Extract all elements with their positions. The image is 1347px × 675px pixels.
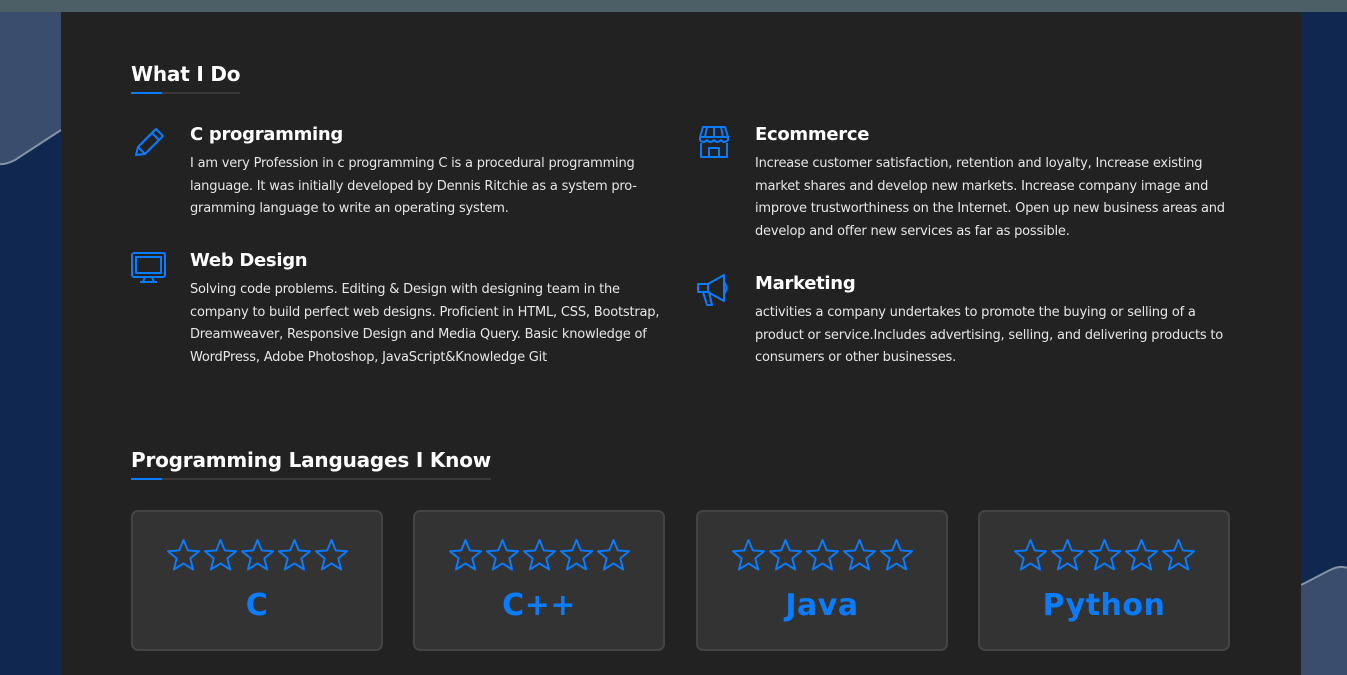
- star-icon: [879, 538, 913, 571]
- star-icon: [240, 538, 274, 571]
- star-icon: [203, 538, 237, 571]
- language-card-cpp: C++: [413, 510, 665, 651]
- service-title: Ecommerce: [755, 124, 870, 145]
- heading-accent-underline: [131, 478, 162, 480]
- language-card-java: Java: [696, 510, 948, 651]
- star-icon: [1124, 538, 1158, 571]
- service-description: Increase customer satisfaction, retentio…: [755, 156, 1225, 239]
- star-icon: [1161, 538, 1195, 571]
- star-rating: [698, 538, 946, 573]
- language-name: C: [245, 588, 269, 623]
- heading-accent-underline: [131, 92, 162, 94]
- star-icon: [559, 538, 593, 571]
- star-icon: [768, 538, 802, 571]
- star-icon: [805, 538, 839, 571]
- language-card-python: Python: [978, 510, 1230, 651]
- service-title: Web Design: [190, 250, 308, 271]
- pencil-icon: [135, 128, 164, 156]
- megaphone-icon: [697, 274, 728, 306]
- star-icon: [1050, 538, 1084, 571]
- language-name: C++: [502, 588, 576, 623]
- language-name: Python: [1042, 588, 1166, 623]
- service-title: C programming: [190, 124, 343, 145]
- top-bar: [0, 0, 1347, 12]
- star-icon: [1087, 538, 1121, 571]
- star-icon: [842, 538, 876, 571]
- star-icon: [314, 538, 348, 571]
- star-icon: [596, 538, 630, 571]
- star-icon: [485, 538, 519, 571]
- star-icon: [166, 538, 200, 571]
- language-name: Java: [785, 588, 859, 623]
- what-i-do-heading: What I Do: [131, 62, 241, 94]
- service-description: I am very Profession in c programming C …: [190, 156, 637, 216]
- star-rating: [980, 538, 1228, 573]
- star-icon: [277, 538, 311, 571]
- service-title: Marketing: [755, 273, 856, 294]
- star-icon: [731, 538, 765, 571]
- service-description: activities a company undertakes to promo…: [755, 305, 1224, 365]
- language-card-c: C: [131, 510, 383, 651]
- star-rating: [415, 538, 663, 573]
- store-icon: [699, 126, 729, 158]
- service-description: Solving code problems. Editing & Design …: [190, 282, 660, 365]
- monitor-icon: [131, 252, 166, 283]
- star-icon: [448, 538, 482, 571]
- star-icon: [1013, 538, 1047, 571]
- star-icon: [522, 538, 556, 571]
- languages-heading: Programming Languages I Know: [131, 448, 491, 480]
- star-rating: [133, 538, 381, 573]
